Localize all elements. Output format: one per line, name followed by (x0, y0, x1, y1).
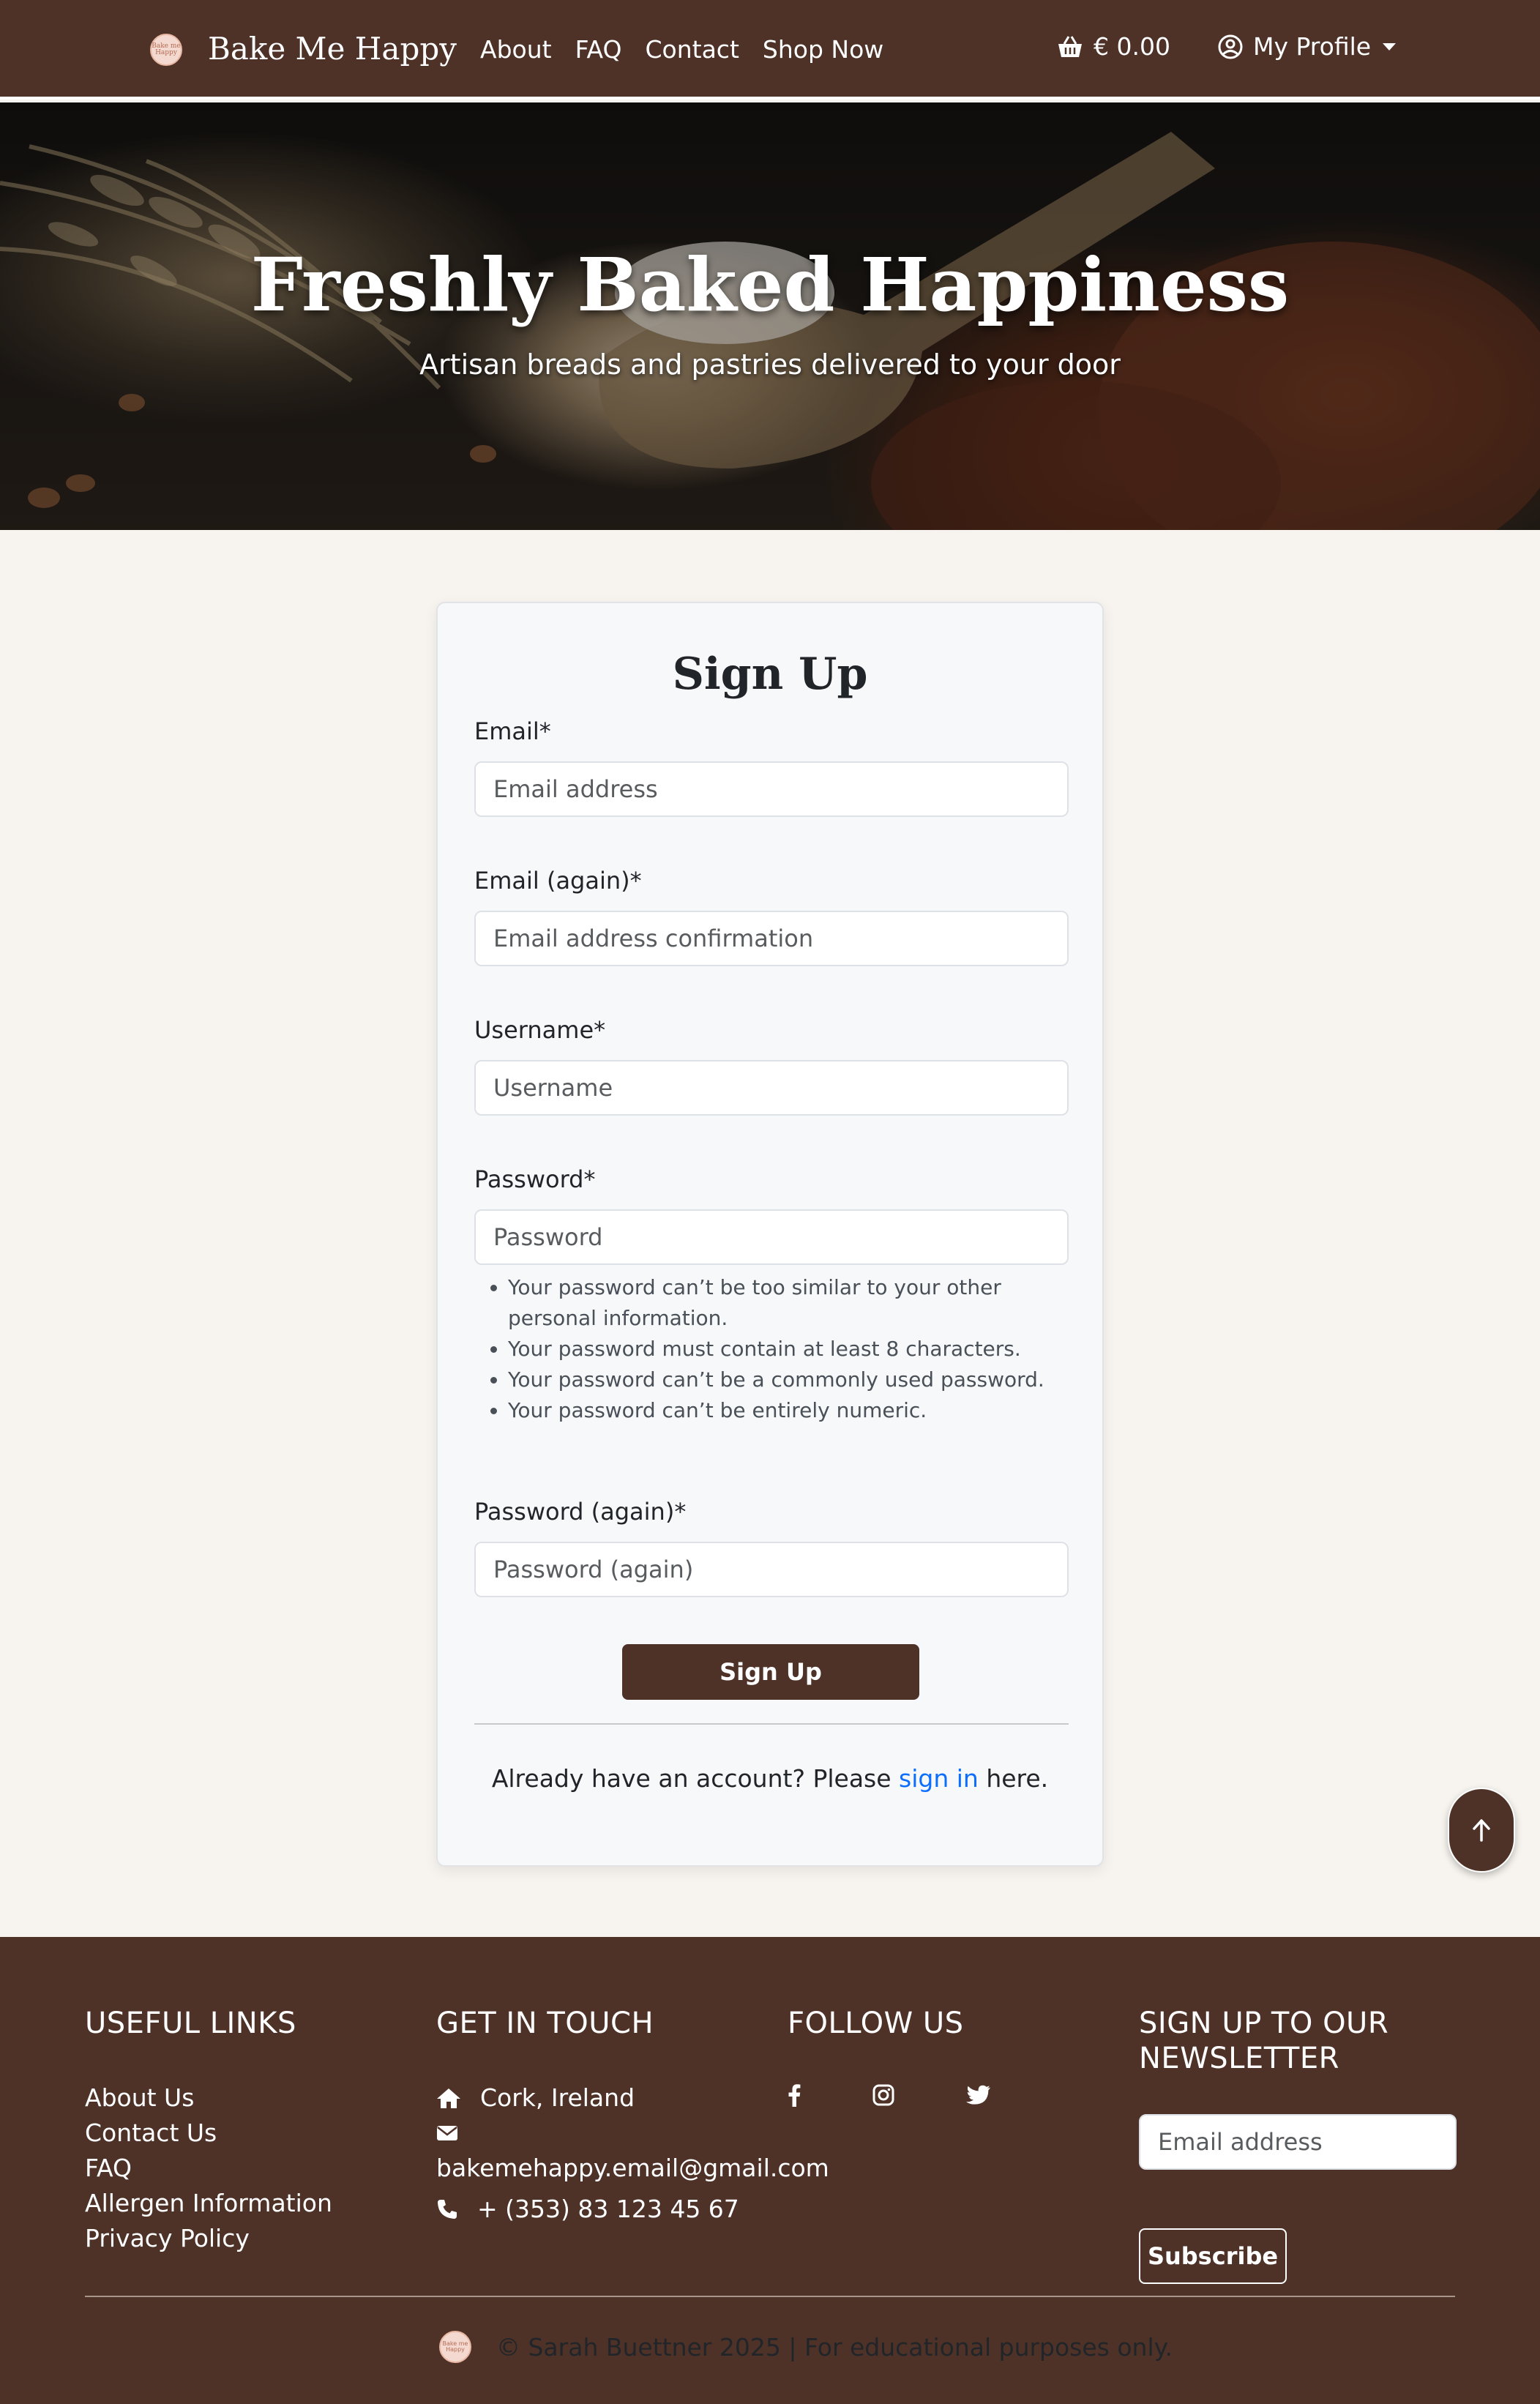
footer-link-about[interactable]: About Us (85, 2080, 332, 2116)
email-label: Email* (474, 717, 551, 745)
hero-banner: Freshly Baked Happiness Artisan breads a… (0, 102, 1540, 530)
copyright-text: © Sarah Buettner 2025 | For educational … (496, 2332, 1173, 2362)
user-circle-icon (1218, 34, 1243, 59)
nav-link-about[interactable]: About (480, 35, 552, 64)
signup-button[interactable]: Sign Up (622, 1644, 919, 1700)
brand-name[interactable]: Bake Me Happy (208, 31, 457, 67)
chevron-down-icon (1383, 42, 1397, 51)
signin-prompt: Already have an account? Please sign in … (438, 1764, 1102, 1793)
password-help-item: Your password can’t be too similar to yo… (508, 1272, 1064, 1334)
signin-link[interactable]: sign in (899, 1764, 979, 1793)
password-confirm-label: Password (again)* (474, 1498, 687, 1526)
home-icon (437, 2088, 460, 2108)
back-to-top-button[interactable] (1448, 1788, 1515, 1873)
contact-email[interactable]: bakemehappy.email@gmail.com (436, 2151, 829, 2186)
password-label: Password* (474, 1165, 596, 1193)
password-help-list: Your password can’t be too similar to yo… (508, 1272, 1064, 1426)
nav-link-contact[interactable]: Contact (646, 35, 739, 64)
facebook-icon[interactable] (788, 2083, 801, 2107)
password-field[interactable] (474, 1209, 1069, 1265)
password-help-item: Your password can’t be a commonly used p… (508, 1365, 1064, 1395)
phone-icon (438, 2200, 457, 2219)
username-label: Username* (474, 1016, 606, 1044)
profile-label: My Profile (1253, 32, 1372, 61)
basket-total: € 0.00 (1094, 32, 1170, 61)
email-confirm-field[interactable] (474, 911, 1069, 966)
email-confirm-label: Email (again)* (474, 867, 642, 895)
arrow-up-icon (1473, 1819, 1490, 1842)
basket-icon (1058, 35, 1082, 57)
contact-location: Cork, Ireland (480, 2083, 635, 2112)
signup-title: Sign Up (672, 649, 868, 700)
contact-heading: GET IN TOUCH (436, 2007, 654, 2040)
signup-card: Sign Up Email* Email (again)* Username* … (436, 602, 1104, 1867)
basket-link[interactable]: € 0.00 (1057, 32, 1170, 61)
follow-heading: FOLLOW US (788, 2007, 964, 2040)
contact-phone: + (353) 83 123 45 67 (477, 2195, 739, 2223)
newsletter-email-input[interactable] (1139, 2114, 1457, 2170)
footer-link-faq[interactable]: FAQ (85, 2151, 332, 2186)
twitter-icon[interactable] (966, 2085, 991, 2105)
username-field[interactable] (474, 1060, 1069, 1116)
nav-link-shop-now[interactable]: Shop Now (763, 35, 883, 64)
footer-link-allergen[interactable]: Allergen Information (85, 2186, 332, 2221)
signin-suffix: here. (978, 1764, 1049, 1793)
password-help-item: Your password must contain at least 8 ch… (508, 1334, 1064, 1365)
newsletter-heading-line-1: SIGN UP TO OUR (1139, 2007, 1389, 2040)
nav-links: About FAQ Contact Shop Now (480, 35, 907, 64)
social-links (788, 2083, 1063, 2107)
password-confirm-field[interactable] (474, 1542, 1069, 1597)
hero-subtitle: Artisan breads and pastries delivered to… (419, 348, 1121, 381)
newsletter-heading: SIGN UP TO OUR NEWSLETTER (1139, 2006, 1388, 2076)
profile-dropdown[interactable]: My Profile (1218, 32, 1397, 61)
brand-logo-icon[interactable]: Bake me Happy (150, 34, 182, 66)
email-field[interactable] (474, 761, 1069, 817)
instagram-icon[interactable] (872, 2084, 894, 2106)
signin-prefix: Already have an account? Please (491, 1764, 900, 1793)
hero-title: Freshly Baked Happiness (250, 242, 1290, 328)
contact-info: Cork, Ireland bakemehappy.email@gmail.co… (436, 2080, 829, 2233)
divider (474, 1723, 1069, 1725)
subscribe-button[interactable]: Subscribe (1139, 2228, 1287, 2284)
useful-links-list: About Us Contact Us FAQ Allergen Informa… (85, 2080, 332, 2256)
nav-link-faq[interactable]: FAQ (575, 35, 622, 64)
envelope-icon (437, 2126, 457, 2140)
password-help-item: Your password can’t be entirely numeric. (508, 1395, 1064, 1426)
useful-links-heading: USEFUL LINKS (85, 2007, 296, 2040)
copyright-bar: Bake me Happy © Sarah Buettner 2025 | For… (439, 2331, 1173, 2363)
newsletter-heading-line-2: NEWSLETTER (1139, 2042, 1339, 2075)
navbar: Bake me Happy Bake Me Happy About FAQ Con… (0, 0, 1540, 100)
footer-link-privacy[interactable]: Privacy Policy (85, 2221, 332, 2256)
footer-divider (85, 2296, 1455, 2297)
footer-link-contact[interactable]: Contact Us (85, 2116, 332, 2151)
brand-logo-icon: Bake me Happy (439, 2331, 471, 2363)
